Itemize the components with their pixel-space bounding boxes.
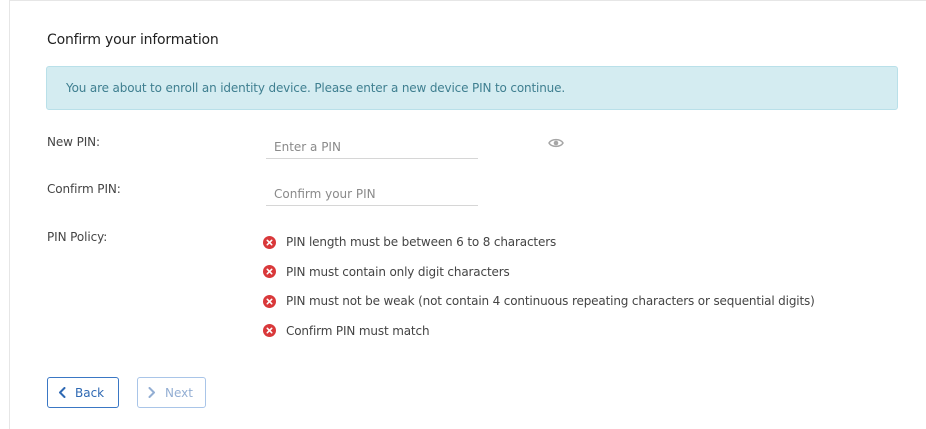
- confirm-pin-label: Confirm PIN:: [47, 182, 121, 196]
- pin-policy-label: PIN Policy:: [47, 230, 108, 244]
- info-alert: You are about to enroll an identity devi…: [46, 66, 898, 110]
- eye-icon[interactable]: [548, 137, 564, 149]
- new-pin-input[interactable]: [266, 135, 478, 159]
- policy-rule: PIN must contain only digit characters: [263, 264, 815, 280]
- chevron-left-icon: [59, 387, 66, 398]
- policy-rule: PIN length must be between 6 to 8 charac…: [263, 234, 815, 250]
- policy-rule-text: PIN must contain only digit characters: [286, 264, 510, 279]
- new-pin-label: New PIN:: [47, 135, 100, 149]
- confirm-pin-input[interactable]: [266, 182, 478, 206]
- chevron-right-icon: [148, 387, 155, 398]
- x-circle-icon: [263, 235, 276, 249]
- back-button[interactable]: Back: [47, 377, 119, 408]
- next-button[interactable]: Next: [137, 377, 206, 408]
- policy-rule-text: Confirm PIN must match: [286, 323, 430, 338]
- x-circle-icon: [263, 265, 276, 278]
- enrollment-page: Confirm your information You are about t…: [0, 0, 926, 429]
- back-button-label: Back: [75, 385, 105, 400]
- policy-rule-text: PIN length must be between 6 to 8 charac…: [286, 235, 557, 249]
- top-divider: [10, 0, 926, 1]
- info-alert-text: You are about to enroll an identity devi…: [66, 81, 566, 95]
- x-circle-icon: [263, 294, 276, 308]
- policy-rule: PIN must not be weak (not contain 4 cont…: [263, 293, 815, 309]
- policy-rule: Confirm PIN must match: [263, 323, 815, 339]
- next-button-label: Next: [165, 385, 193, 400]
- left-divider: [9, 0, 10, 429]
- pin-policy-list: PIN length must be between 6 to 8 charac…: [263, 234, 815, 352]
- x-circle-icon: [263, 324, 276, 337]
- page-title: Confirm your information: [47, 32, 219, 48]
- policy-rule-text: PIN must not be weak (not contain 4 cont…: [286, 294, 815, 308]
